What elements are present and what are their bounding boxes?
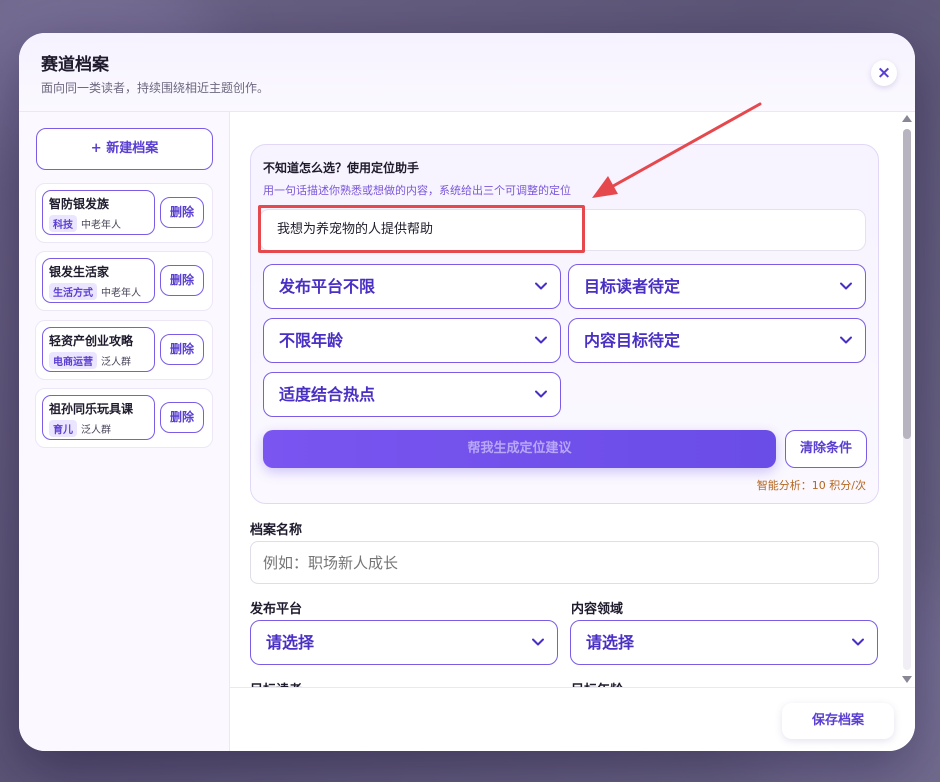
profile-audience: 中老年人 (81, 220, 121, 231)
profile-name: 智防银发族 (49, 197, 110, 211)
audience-label: 目标读者 (250, 679, 302, 687)
chevron-down-icon (532, 638, 544, 646)
profile-name: 祖孙同乐玩具课 (49, 402, 134, 416)
profile-name-input[interactable] (250, 541, 879, 584)
modal-title: 赛道档案 (41, 55, 109, 75)
assistant-description: 用一句话描述你熟悉或想做的内容，系统给出三个可调整的定位 (263, 184, 571, 197)
profile-card: 银发生活家 生活方式 中老年人 删除 (35, 251, 213, 311)
scroll-thumb[interactable] (903, 129, 911, 439)
clear-conditions-button[interactable]: 清除条件 (785, 430, 867, 468)
domain-label: 内容领域 (571, 602, 624, 617)
profile-modal: 赛道档案 面向同一类读者，持续围绕相近主题创作。 × + 新建档案 智防银发族 … (19, 33, 915, 751)
content-goal-filter-select[interactable]: 内容目标待定 (568, 318, 866, 363)
modal-footer: 保存档案 (230, 687, 915, 751)
select-value: 目标读者待定 (584, 277, 681, 296)
chevron-down-icon (535, 336, 547, 344)
profile-name: 银发生活家 (49, 265, 110, 279)
age-filter-select[interactable]: 不限年龄 (263, 318, 561, 363)
save-profile-button[interactable]: 保存档案 (782, 703, 894, 739)
assistant-title: 不知道怎么选？使用定位助手 (263, 161, 420, 175)
profile-name: 轻资产创业攻略 (49, 334, 134, 348)
select-value: 内容目标待定 (584, 331, 681, 350)
chevron-down-icon (535, 282, 547, 290)
profile-name-label: 档案名称 (250, 523, 303, 538)
chevron-down-icon (852, 638, 864, 646)
audience-filter-select[interactable]: 目标读者待定 (568, 264, 866, 309)
profile-audience: 泛人群 (81, 425, 111, 436)
chevron-down-icon (840, 282, 852, 290)
profile-domain-tag: 电商运营 (49, 352, 97, 369)
select-value: 请选择 (586, 633, 635, 652)
modal-header: 赛道档案 面向同一类读者，持续围绕相近主题创作。 × (19, 33, 915, 112)
cost-note: 智能分析：10 积分/次 (756, 479, 866, 492)
domain-select[interactable]: 请选择 (570, 620, 878, 665)
trend-filter-select[interactable]: 适度结合热点 (263, 372, 561, 417)
platform-filter-select[interactable]: 发布平台不限 (263, 264, 561, 309)
select-value: 发布平台不限 (279, 277, 376, 296)
new-profile-button[interactable]: + 新建档案 (36, 128, 213, 170)
chevron-down-icon (840, 336, 852, 344)
profile-domain-tag: 生活方式 (49, 283, 97, 300)
positioning-prompt-input[interactable]: 我想为养宠物的人提供帮助 (259, 209, 866, 251)
platform-label: 发布平台 (250, 602, 303, 617)
close-icon[interactable]: × (871, 60, 897, 86)
scrollbar[interactable] (899, 112, 915, 687)
profile-card: 祖孙同乐玩具课 育儿 泛人群 删除 (35, 388, 213, 448)
profile-card-select[interactable]: 智防银发族 科技 中老年人 (42, 190, 155, 235)
age-label: 目标年龄 (571, 679, 623, 687)
profile-audience: 中老年人 (101, 288, 141, 299)
profile-sidebar: + 新建档案 智防银发族 科技 中老年人 删除 银发生活家 生活方式 中老年人 … (19, 112, 230, 751)
scroll-down-icon[interactable] (902, 676, 912, 683)
delete-profile-button[interactable]: 删除 (160, 265, 204, 296)
modal-subtitle: 面向同一类读者，持续围绕相近主题创作。 (41, 81, 270, 95)
profile-domain-tag: 育儿 (49, 420, 77, 437)
chevron-down-icon (535, 390, 547, 398)
select-value: 请选择 (266, 633, 315, 652)
profile-card-select[interactable]: 轻资产创业攻略 电商运营 泛人群 (42, 327, 155, 372)
platform-select[interactable]: 请选择 (250, 620, 558, 665)
select-value: 不限年龄 (279, 331, 344, 350)
profile-audience: 泛人群 (101, 357, 131, 368)
delete-profile-button[interactable]: 删除 (160, 402, 204, 433)
profile-card: 智防银发族 科技 中老年人 删除 (35, 183, 213, 243)
delete-profile-button[interactable]: 删除 (160, 334, 204, 365)
generate-positioning-button[interactable]: 帮我生成定位建议 (263, 430, 776, 468)
profile-card: 轻资产创业攻略 电商运营 泛人群 删除 (35, 320, 213, 380)
scroll-up-icon[interactable] (902, 115, 912, 122)
delete-profile-button[interactable]: 删除 (160, 197, 204, 228)
positioning-assistant: 不知道怎么选？使用定位助手 用一句话描述你熟悉或想做的内容，系统给出三个可调整的… (250, 144, 879, 504)
profile-form-area: 不知道怎么选？使用定位助手 用一句话描述你熟悉或想做的内容，系统给出三个可调整的… (230, 112, 915, 687)
profile-card-select[interactable]: 银发生活家 生活方式 中老年人 (42, 258, 155, 303)
profile-domain-tag: 科技 (49, 215, 77, 232)
profile-card-select[interactable]: 祖孙同乐玩具课 育儿 泛人群 (42, 395, 155, 440)
select-value: 适度结合热点 (279, 385, 376, 404)
